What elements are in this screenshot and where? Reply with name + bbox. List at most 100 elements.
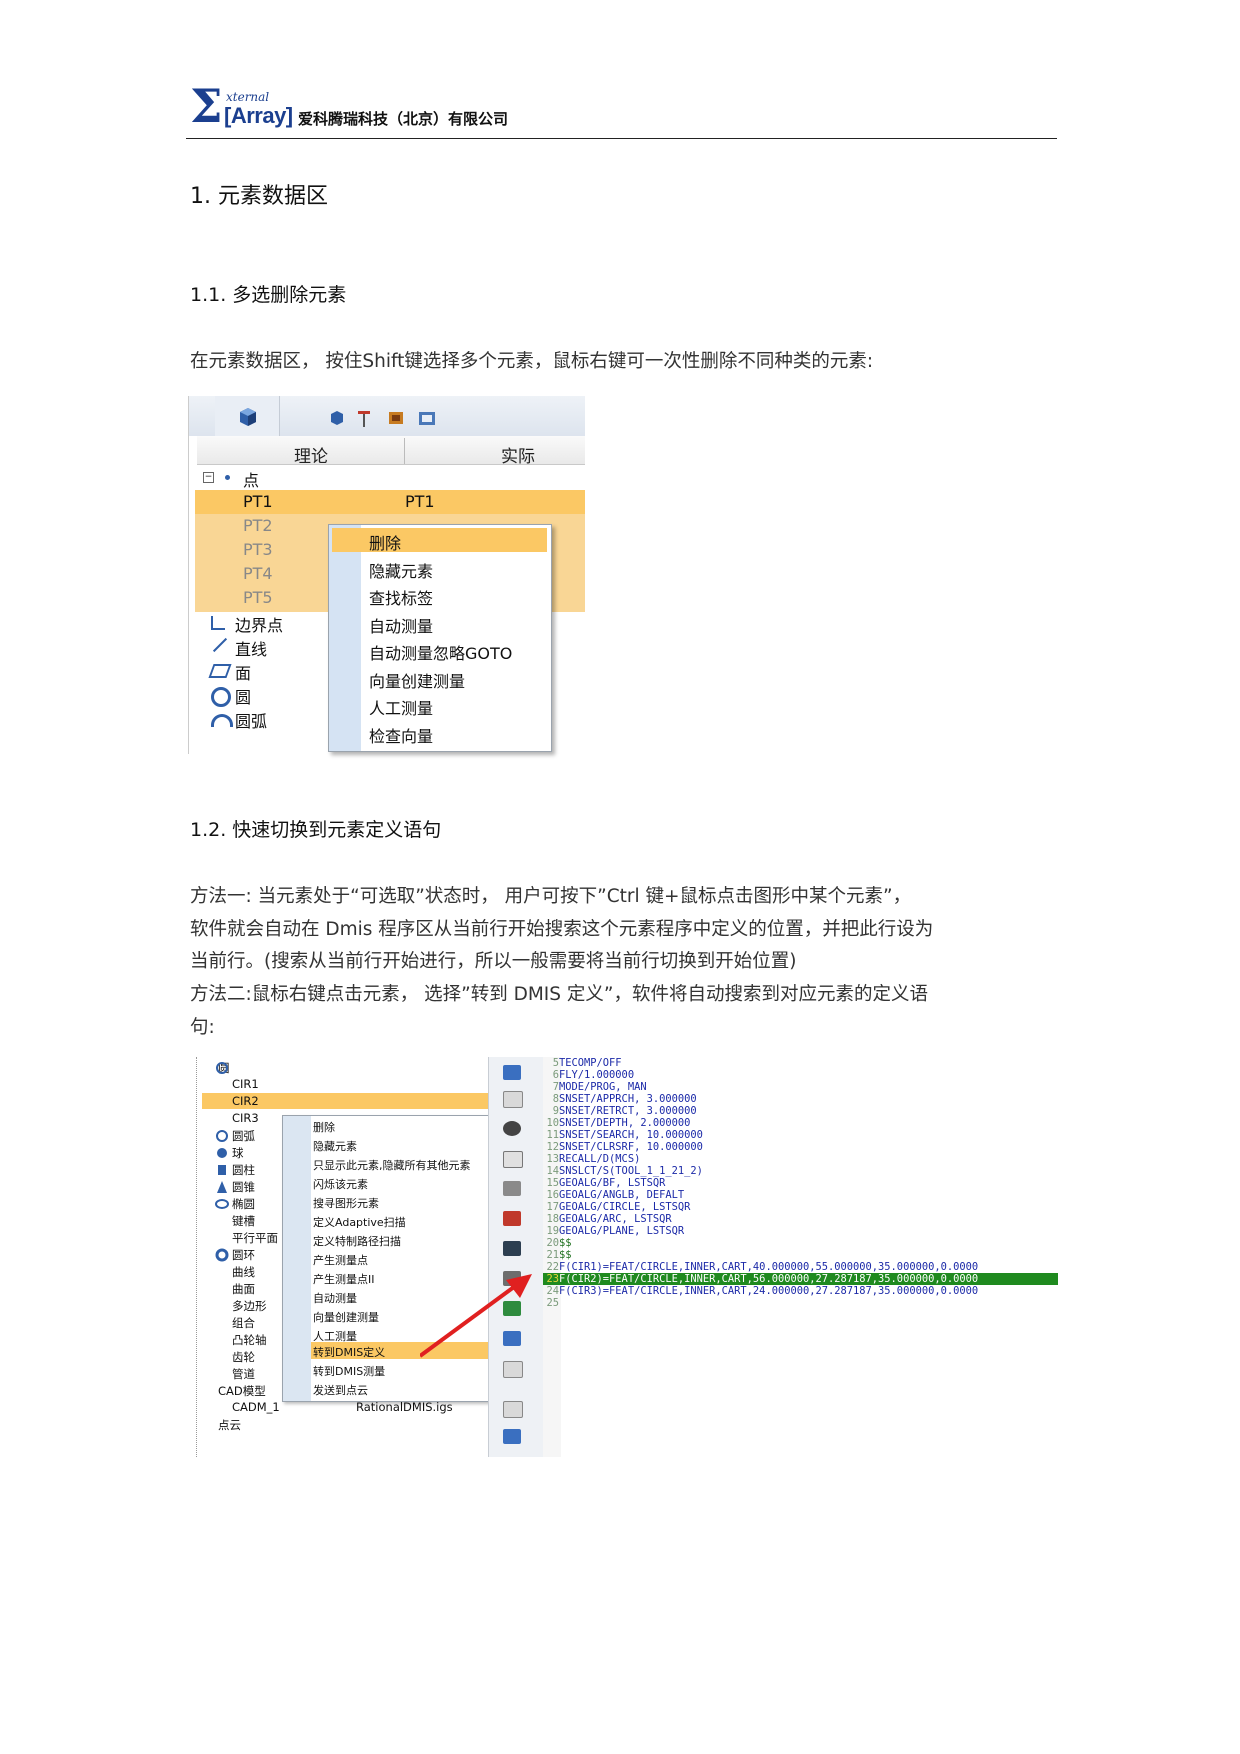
menu-item-goto-dmis-measure[interactable]: 转到DMIS测量 [313,1363,385,1379]
menu-item-vector-create-measure[interactable]: 向量创建测量 [369,668,465,692]
tree-item-combination[interactable]: 组合 [232,1315,255,1331]
code-line[interactable]: 15GEOALG/BF, LSTSQR [543,1177,665,1189]
window-icon[interactable] [503,1429,521,1444]
section-1-1-title: 1.1. 多选删除元素 [190,284,347,306]
code-line[interactable]: 17GEOALG/CIRCLE, LSTSQR [543,1201,690,1213]
tree-item-ellipse[interactable]: 椭圆 [232,1196,255,1212]
method-one-line-2: 软件就会自动在 Dmis 程序区从当前行开始搜索这个元素程序中定义的位置，并把此… [190,919,934,940]
tree-item-parallel-plane[interactable]: 平行平面 [232,1230,278,1246]
menu-item-manual-measure[interactable]: 人工测量 [313,1328,357,1344]
tree-item-polygon[interactable]: 多边形 [232,1298,267,1314]
note-icon[interactable] [503,1401,523,1418]
tree-item-cir3[interactable]: CIR3 [232,1111,259,1125]
menu-item-generate-points-2[interactable]: 产生测量点II [313,1271,375,1287]
code-line[interactable]: 24F(CIR3)=FEAT/CIRCLE,INNER,CART,24.0000… [543,1285,978,1297]
toolbar-tab[interactable] [215,396,280,436]
tree-item-surface[interactable]: 曲面 [232,1281,255,1297]
menu-item-show-only[interactable]: 只显示此元素,隐藏所有其他元素 [313,1157,471,1173]
method-two-line-2: 句: [190,1017,215,1038]
code-line[interactable]: 5TECOMP/OFF [543,1057,622,1069]
tree-item-cylinder[interactable]: 圆柱 [232,1162,255,1178]
ellipse-icon [215,1199,229,1209]
edit-icon[interactable] [503,1091,523,1108]
tree-item-cadm1[interactable]: CADM_1 [232,1400,280,1414]
current-code-line[interactable]: 23F(CIR2)=FEAT/CIRCLE,INNER,CART,56.0000… [543,1273,1058,1285]
walk-icon[interactable] [503,1241,521,1256]
menu-item-delete[interactable]: 删除 [313,1119,335,1135]
plane-icon [208,664,232,678]
logo-array-text: [Array] [224,103,293,128]
check-icon[interactable] [503,1361,523,1378]
tree-item-line[interactable]: 直线 [235,636,267,660]
tree-item-circle[interactable]: 圆 [235,684,251,708]
home-icon[interactable] [503,1211,521,1226]
tree-item-pt2[interactable]: PT2 [243,516,273,535]
column-theory[interactable]: 理论 [294,442,328,467]
code-line[interactable]: 16GEOALG/ANGLB, DEFALT [543,1189,684,1201]
import-icon[interactable] [503,1151,523,1168]
code-line[interactable]: 19GEOALG/PLANE, LSTSQR [543,1225,684,1237]
menu-item-adaptive-scan[interactable]: 定义Adaptive扫描 [313,1214,406,1230]
code-line[interactable]: 6FLY/1.000000 [543,1069,634,1081]
tree-item-pt5[interactable]: PT5 [243,588,273,607]
tree-item-cir1[interactable]: CIR1 [232,1077,259,1091]
report-icon [419,412,435,425]
company-name: 爱科腾瑞科技（北京）有限公司 [298,110,509,128]
tree-item-plane[interactable]: 面 [235,660,251,684]
code-line[interactable]: 11SNSET/SEARCH, 10.000000 [543,1129,702,1141]
code-line[interactable]: 18GEOALG/ARC, LSTSQR [543,1213,671,1225]
dmis-program-editor[interactable]: 5TECOMP/OFF 6FLY/1.000000 7MODE/PROG, MA… [543,1057,1058,1457]
tree-item-gear[interactable]: 齿轮 [232,1349,255,1365]
tree-item-pt3[interactable]: PT3 [243,540,273,559]
tree-item-boundary-point[interactable]: 边界点 [235,612,283,636]
menu-item-manual-measure[interactable]: 人工测量 [369,695,433,719]
cylinder-icon [218,1165,226,1175]
tree-item-arc[interactable]: 圆弧 [235,708,267,732]
tree-root-point[interactable]: 点 [243,467,259,491]
menu-item-hide-element[interactable]: 隐藏元素 [369,558,433,582]
menu-item-find-label[interactable]: 查找标签 [369,585,433,609]
menu-item-send-to-point-cloud[interactable]: 发送到点云 [313,1382,368,1398]
vertical-toolbar [488,1057,544,1457]
menu-item-vector-create-measure[interactable]: 向量创建测量 [313,1309,379,1325]
menu-item-flash[interactable]: 闪烁该元素 [313,1176,368,1192]
code-line[interactable]: 9SNSET/RETRCT, 3.000000 [543,1105,697,1117]
layers-icon[interactable] [503,1065,521,1080]
tree-item-slot[interactable]: 键槽 [232,1213,255,1229]
code-line[interactable]: 13RECALL/D(MCS) [543,1153,640,1165]
tree-item-sphere[interactable]: 球 [232,1145,244,1161]
tree-item-pt1[interactable]: PT1 [243,492,273,511]
menu-item-search-graphic[interactable]: 搜寻图形元素 [313,1195,379,1211]
code-line[interactable]: 20$$ [543,1237,571,1249]
menu-item-delete[interactable]: 删除 [369,530,401,554]
code-line[interactable]: 7MODE/PROG, MAN [543,1081,647,1093]
tree-item-torus[interactable]: 圆环 [232,1247,255,1263]
menu-item-auto-measure-ignore-goto[interactable]: 自动测量忽略GOTO [369,640,512,664]
menu-item-auto-measure[interactable]: 自动测量 [369,613,433,637]
menu-item-auto-measure[interactable]: 自动测量 [313,1290,357,1306]
tree-item-cone[interactable]: 圆锥 [232,1179,255,1195]
tree-item-curve[interactable]: 曲线 [232,1264,255,1280]
menu-highlight [332,528,547,552]
probe-icon[interactable] [503,1121,521,1136]
menu-item-generate-points[interactable]: 产生测量点 [313,1252,368,1268]
code-line[interactable]: 12SNSET/CLRSRF, 10.000000 [543,1141,702,1153]
collapse-icon[interactable]: − [203,472,214,483]
code-line[interactable]: 21$$ [543,1249,571,1261]
menu-item-goto-dmis-definition[interactable]: 转到DMIS定义 [313,1344,385,1360]
tree-item-camshaft[interactable]: 凸轮轴 [232,1332,267,1348]
tree-item-pipe[interactable]: 管道 [232,1366,255,1382]
tree-item-arc[interactable]: 圆弧 [232,1128,255,1144]
column-actual[interactable]: 实际 [501,442,535,467]
code-line[interactable]: 14SNSLCT/S(TOOL_1_1_21_2) [543,1165,702,1177]
menu-item-custom-path-scan[interactable]: 定义特制路径扫描 [313,1233,401,1249]
code-line[interactable]: 25 [543,1297,559,1309]
code-line[interactable]: 10SNSET/DEPTH, 2.000000 [543,1117,690,1129]
menu-item-check-vector[interactable]: 检查向量 [369,723,433,747]
menu-item-hide-element[interactable]: 隐藏元素 [313,1138,357,1154]
code-line[interactable]: 22F(CIR1)=FEAT/CIRCLE,INNER,CART,40.0000… [543,1261,978,1273]
plane-tool-icon[interactable] [503,1181,521,1196]
tree-item-cir2[interactable]: CIR2 [232,1094,259,1108]
code-line[interactable]: 8SNSET/APPRCH, 3.000000 [543,1093,697,1105]
tree-item-pt4[interactable]: PT4 [243,564,273,583]
